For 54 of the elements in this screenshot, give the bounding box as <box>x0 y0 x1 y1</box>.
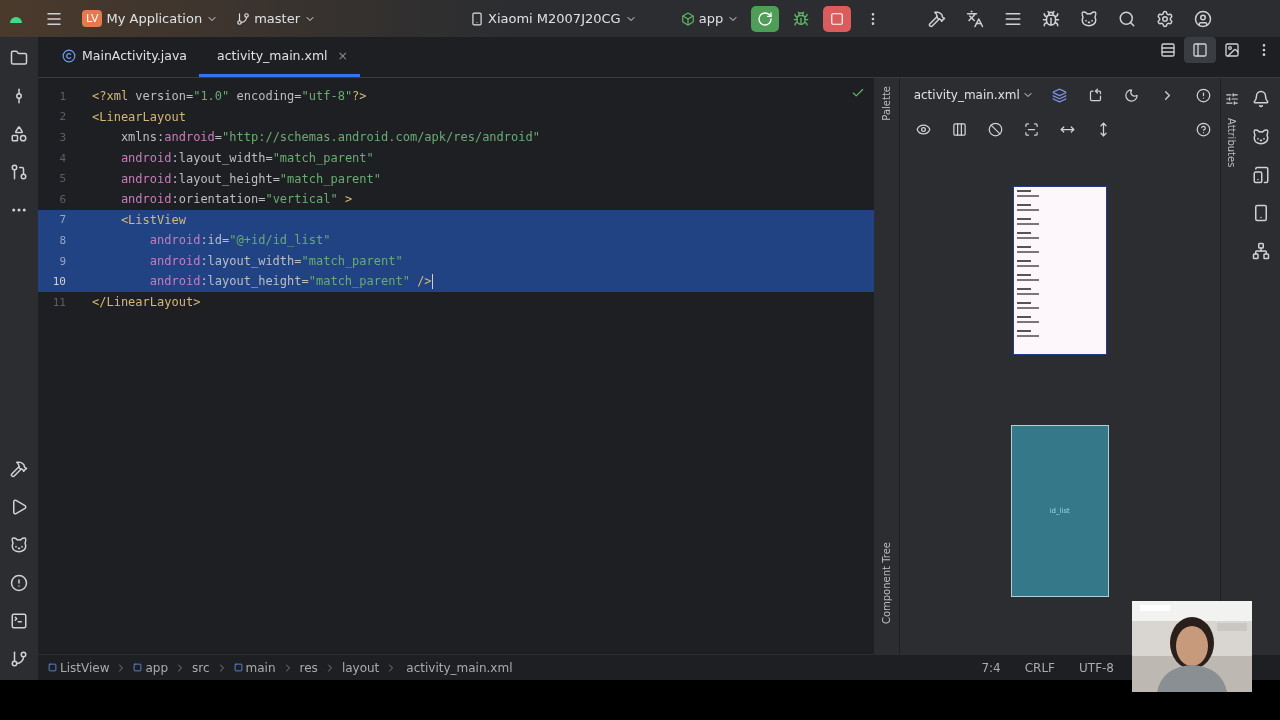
project-badge: LV <box>82 10 103 27</box>
square-icon <box>48 663 57 672</box>
component-tree-tab[interactable]: Component Tree <box>881 541 893 624</box>
project-name: My Application <box>106 11 203 26</box>
breadcrumb[interactable]: src <box>192 660 210 675</box>
line-number: 1 <box>58 89 67 103</box>
line-number: 10 <box>51 275 67 289</box>
line-number: 11 <box>51 295 67 309</box>
breadcrumb[interactable]: layout <box>341 660 380 675</box>
layout-file-dropdown[interactable]: activity_main.xml <box>907 87 1040 103</box>
split-view-icon[interactable] <box>1184 37 1216 63</box>
breadcrumb[interactable]: app <box>133 660 169 675</box>
line-number: 2 <box>58 110 67 124</box>
cursor-position[interactable]: 7:4 <box>981 660 1001 675</box>
device-button[interactable]: Xiaomi M2007J20CG <box>464 5 643 32</box>
code-line: <ListView <box>119 212 186 227</box>
code-line: xmlns:android="http://schemas.android.com/apk/res/android" <box>119 130 540 145</box>
run-config-button[interactable]: app <box>674 5 746 32</box>
breadcrumb[interactable]: main <box>233 660 276 675</box>
line-number: 3 <box>58 131 67 144</box>
line-number: 5 <box>58 172 67 186</box>
file-encoding[interactable]: UTF-8 <box>1079 660 1114 675</box>
line-number: 4 <box>58 151 67 165</box>
breadcrumb[interactable]: ListView <box>48 660 110 675</box>
line-number: 6 <box>58 192 67 206</box>
code-line: android:layout_height="match_parent" <box>119 171 381 186</box>
square-icon <box>233 663 243 672</box>
code-line: android:layout_height="match_parent" /> <box>148 274 433 290</box>
breadcrumb[interactable]: res <box>299 660 318 675</box>
line-number: 8 <box>58 233 67 247</box>
cube-icon <box>680 11 695 26</box>
class-icon <box>62 48 76 63</box>
branch-button[interactable]: master <box>230 5 322 32</box>
code-line: <?xml version="1.0" encoding="utf-8"?> <box>92 89 367 104</box>
square-icon <box>133 663 143 672</box>
breadcrumb[interactable]: activity_main.xml <box>403 660 513 675</box>
palette-tab[interactable]: Palette <box>881 86 893 121</box>
phone-icon <box>470 11 484 26</box>
code-line: android:layout_width="match_parent" <box>148 254 403 269</box>
code-line: <LinearLayout <box>92 109 186 124</box>
code-line: android:id="@+id/id_list" <box>148 233 331 248</box>
line-number: 7 <box>58 213 67 227</box>
file-tab[interactable]: activity_main.xml × <box>198 37 361 77</box>
code-line: android:orientation="vertical" > <box>119 192 353 207</box>
line-number: 9 <box>58 254 67 268</box>
project-button[interactable]: LV My Application <box>76 5 225 32</box>
code-line: android:layout_width="match_parent" <box>119 151 374 166</box>
stop-icon[interactable] <box>823 5 852 32</box>
rerun-icon[interactable] <box>751 5 780 32</box>
code-line: </LinearLayout> <box>92 295 201 310</box>
file-tab[interactable]: MainActivity.java <box>50 37 199 77</box>
line-separator[interactable]: CRLF <box>1024 660 1055 675</box>
attributes-tab[interactable]: Attributes <box>1226 118 1238 168</box>
branch-icon <box>236 11 251 26</box>
